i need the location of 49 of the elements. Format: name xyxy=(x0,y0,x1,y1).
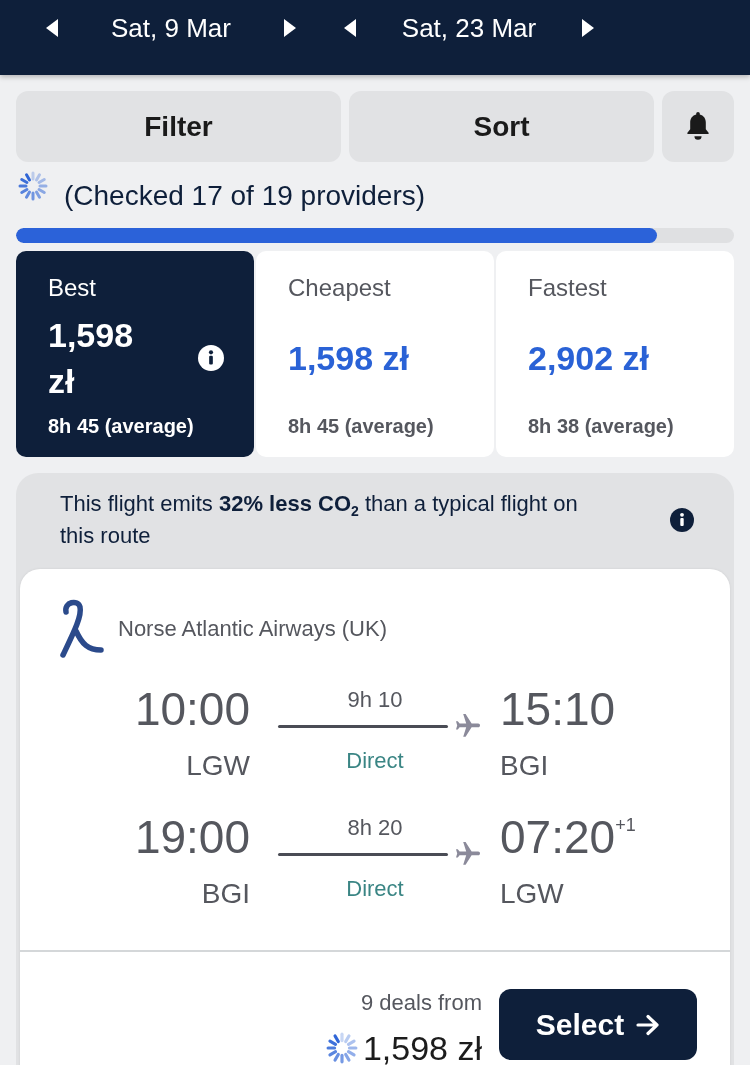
provider-status-text: (Checked 17 of 19 providers) xyxy=(64,179,426,213)
caret-left-icon[interactable] xyxy=(344,19,356,37)
tab-label: Best xyxy=(48,273,97,303)
tab-price: 2,902 zł xyxy=(528,338,650,379)
flight-price: 1,598 zł xyxy=(362,1028,482,1065)
tab-price: 1,598 zł xyxy=(288,338,410,379)
airline-name: Norse Atlantic Airways (UK) xyxy=(118,615,387,643)
arrival-airport: LGW xyxy=(500,877,564,911)
caret-right-icon[interactable] xyxy=(284,19,296,37)
tab-label: Fastest xyxy=(528,273,607,303)
departure-airport: BGI xyxy=(201,877,250,911)
curl-logo-icon xyxy=(58,598,105,660)
tab-duration: 8h 45 (average) xyxy=(48,414,194,439)
tab-duration: 8h 45 (average) xyxy=(288,414,434,439)
departure-time: 19:00 xyxy=(134,811,250,863)
tab-price: 1,598 zł xyxy=(48,315,135,402)
flight-duration: 8h 20 xyxy=(347,814,404,842)
bell-icon xyxy=(687,112,709,141)
arrow-right-icon xyxy=(636,1013,661,1036)
filter-button[interactable]: Filter xyxy=(16,91,341,162)
info-icon[interactable] xyxy=(670,508,694,532)
sort-button[interactable]: Sort xyxy=(349,91,654,162)
select-button[interactable]: Select xyxy=(499,989,697,1060)
caret-left-icon[interactable] xyxy=(46,19,58,37)
caret-right-icon[interactable] xyxy=(582,19,594,37)
info-icon[interactable] xyxy=(198,345,224,371)
stops-label: Direct xyxy=(346,875,405,903)
emissions-notice: This flight emits 32% less CO$_{2}$ than a typical flight on this route xyxy=(60,490,579,550)
arrival-time: 07:20$^{+1}$ xyxy=(500,811,636,863)
sort-tab[interactable]: Best 1,598 zł 8h 45 (average) xyxy=(16,251,254,457)
arrival-airport: BGI xyxy=(500,749,549,783)
deals-count: 9 deals from xyxy=(360,989,482,1017)
departure-time: 10:00 xyxy=(134,683,250,735)
alert-button[interactable] xyxy=(662,91,734,162)
flight-duration: 9h 10 xyxy=(347,686,404,714)
date-label[interactable]: Sat, 9 Mar xyxy=(111,12,231,44)
sort-tab[interactable]: Cheapest 1,598 zł 8h 45 (average) xyxy=(256,251,494,457)
loading-spinner-icon xyxy=(18,171,48,201)
flight-card[interactable]: Norse Atlantic Airways (UK) 10:00 LGW 9h 10 Direct 15:10 BGI 19:00 BGI 8h 20 Direct 07:20$^{+1}$ LGW 9 deals from 1,598 zł Select xyxy=(20,569,730,1065)
loading-spinner-icon xyxy=(325,1032,358,1064)
departure-airport: LGW xyxy=(186,749,250,783)
date-label[interactable]: Sat, 23 Mar xyxy=(401,12,537,44)
sort-tab[interactable]: Fastest 2,902 zł 8h 38 (average) xyxy=(496,251,734,457)
tab-label: Cheapest xyxy=(288,273,391,303)
arrival-time: 15:10 xyxy=(500,683,616,735)
airplane-icon xyxy=(456,842,480,866)
stops-label: Direct xyxy=(346,747,405,775)
airplane-icon xyxy=(456,714,480,738)
tab-duration: 8h 38 (average) xyxy=(528,414,674,439)
